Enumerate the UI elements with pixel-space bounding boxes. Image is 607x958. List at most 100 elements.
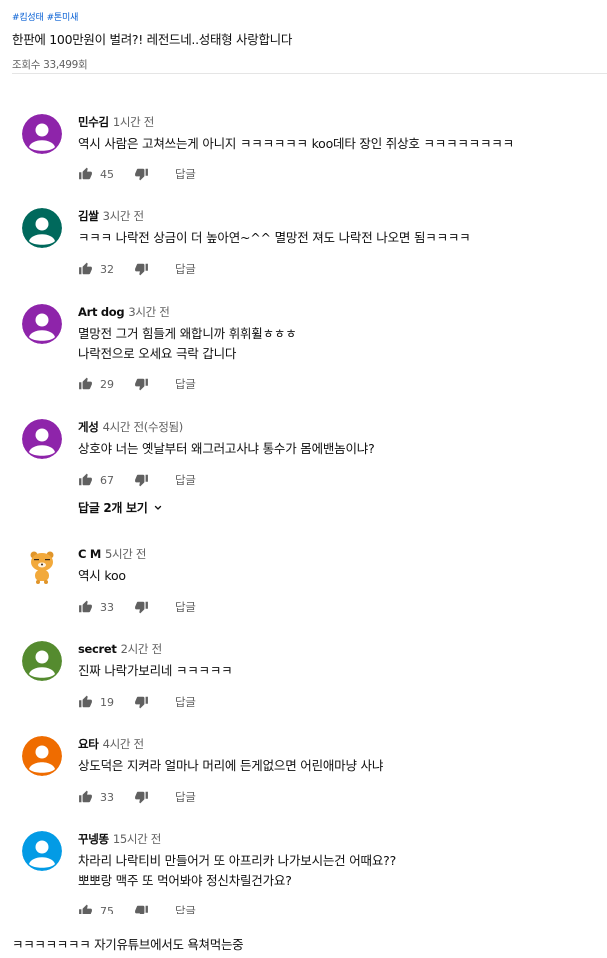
- comment-author[interactable]: secret: [78, 642, 117, 656]
- caption-text: ㅋㅋㅋㅋㅋㅋㅋ 자기유튜브에서도 욕쳐먹는중: [12, 937, 244, 952]
- comment-author[interactable]: 민수김: [78, 115, 109, 129]
- reply-button[interactable]: 답글: [175, 694, 196, 710]
- comment-time[interactable]: 5시간 전: [105, 547, 147, 561]
- comment-line: 역시 사람은 고쳐쓰는게 아니지 ㅋㅋㅋㅋㅋㅋ koo데타 장인 쥐상호 ㅋㅋㅋ…: [78, 136, 514, 151]
- avatar[interactable]: [22, 831, 62, 871]
- comment-time[interactable]: 4시간 전(수정됨): [103, 420, 184, 434]
- comment-text: 진짜 나락가보리네 ㅋㅋㅋㅋㅋ: [78, 661, 607, 681]
- comment-line: 뽀뽀랑 맥주 또 먹어봐야 정신차릴건가요?: [78, 873, 292, 888]
- like-count: 67: [100, 473, 114, 487]
- comment-actions: 29 답글: [78, 375, 607, 393]
- comment-text: 역시 사람은 고쳐쓰는게 아니지 ㅋㅋㅋㅋㅋㅋ koo데타 장인 쥐상호 ㅋㅋㅋ…: [78, 134, 607, 154]
- like-count: 32: [100, 262, 114, 276]
- comment-text: 차라리 나락티비 만들어거 또 아프리카 나가보시는건 어때요?? 뽀뽀랑 맥주…: [78, 851, 607, 891]
- like-button[interactable]: 32: [78, 262, 120, 276]
- thumbs-up-icon: [79, 262, 92, 275]
- comment-author[interactable]: C M: [78, 547, 101, 561]
- comment-actions: 33 답글: [78, 598, 607, 616]
- default-avatar-icon: [22, 736, 62, 776]
- comment-author[interactable]: Art dog: [78, 305, 125, 319]
- dislike-button[interactable]: [134, 473, 149, 487]
- dislike-button[interactable]: [134, 262, 149, 276]
- like-button[interactable]: 33: [78, 790, 120, 804]
- comment-text: 상도덕은 지켜라 얼마나 머리에 든게없으면 어린애마냥 사냐: [78, 756, 607, 776]
- comment-line: 상호야 너는 옛날부터 왜그러고사냐 통수가 몸에밴놈이냐?: [78, 441, 375, 456]
- reply-button[interactable]: 답글: [175, 472, 196, 488]
- comment-line: ㅋㅋㅋ 나락전 상금이 더 높아연~^^ 멸망전 져도 나락전 나오면 됨ㅋㅋㅋ…: [78, 230, 471, 245]
- thumbs-down-icon: [135, 474, 148, 487]
- view-replies-label: 답글 2개 보기: [78, 501, 148, 515]
- comment-actions: 19 답글: [78, 693, 607, 711]
- dislike-button[interactable]: [134, 377, 149, 391]
- avatar[interactable]: [22, 208, 62, 248]
- thumbs-up-icon: [79, 904, 92, 914]
- like-count: 33: [100, 790, 114, 804]
- comment-line: 진짜 나락가보리네 ㅋㅋㅋㅋㅋ: [78, 663, 233, 678]
- comment-author[interactable]: 김쌀: [78, 209, 99, 223]
- like-button[interactable]: 29: [78, 377, 120, 391]
- comment-text: 역시 koo: [78, 566, 607, 586]
- view-replies-button[interactable]: 답글 2개 보기: [78, 499, 164, 516]
- thumbs-down-icon: [135, 168, 148, 181]
- comment-time[interactable]: 1시간 전: [113, 115, 155, 129]
- reply-button[interactable]: 답글: [175, 789, 196, 805]
- avatar[interactable]: [22, 736, 62, 776]
- comment-time[interactable]: 4시간 전: [103, 737, 145, 751]
- like-button[interactable]: 75: [78, 904, 120, 914]
- ryan-character-avatar-icon: [22, 546, 62, 586]
- reply-button[interactable]: 답글: [175, 166, 196, 182]
- avatar[interactable]: [22, 419, 62, 459]
- thumbs-down-icon: [135, 791, 148, 804]
- default-avatar-icon: [22, 641, 62, 681]
- comment-line: 역시 koo: [78, 568, 126, 583]
- dislike-button[interactable]: [134, 600, 149, 614]
- like-button[interactable]: 19: [78, 695, 120, 709]
- reply-button[interactable]: 답글: [175, 599, 196, 615]
- chevron-down-icon: [154, 505, 161, 510]
- thumbs-up-icon: [79, 473, 92, 486]
- comment-text: 상호야 너는 옛날부터 왜그러고사냐 통수가 몸에밴놈이냐?: [78, 439, 607, 459]
- like-button[interactable]: 33: [78, 600, 120, 614]
- avatar[interactable]: [22, 304, 62, 344]
- comment-time[interactable]: 15시간 전: [113, 832, 162, 846]
- comment-line: 나락전으로 오세요 극락 갑니다: [78, 346, 237, 361]
- reply-button[interactable]: 답글: [175, 903, 196, 914]
- reply-button[interactable]: 답글: [175, 376, 196, 392]
- comment-line: 차라리 나락티비 만들어거 또 아프리카 나가보시는건 어때요??: [78, 853, 397, 868]
- dislike-button[interactable]: [134, 167, 149, 181]
- comment-author[interactable]: 꾸넹똥: [78, 832, 109, 846]
- avatar[interactable]: [22, 114, 62, 154]
- dislike-button[interactable]: [134, 695, 149, 709]
- like-button[interactable]: 67: [78, 473, 120, 487]
- comment-time[interactable]: 3시간 전: [103, 209, 145, 223]
- avatar[interactable]: [22, 546, 62, 586]
- dislike-button[interactable]: [134, 790, 149, 804]
- thumbs-up-icon: [79, 600, 92, 613]
- thumbs-down-icon: [135, 601, 148, 614]
- thumbs-down-icon: [135, 263, 148, 276]
- like-button[interactable]: 45: [78, 167, 120, 181]
- comment-line: 상도덕은 지켜라 얼마나 머리에 든게없으면 어린애마냥 사냐: [78, 758, 384, 773]
- dislike-button[interactable]: [134, 904, 149, 914]
- reply-button[interactable]: 답글: [175, 261, 196, 277]
- thumbs-down-icon: [135, 378, 148, 391]
- avatar[interactable]: [22, 641, 62, 681]
- comment-list: 민수김 1시간 전 역시 사람은 고쳐쓰는게 아니지 ㅋㅋㅋㅋㅋㅋ koo데타 장…: [0, 0, 607, 914]
- comment-actions: 33 답글: [78, 788, 607, 806]
- comment-actions: 45 답글: [78, 165, 607, 183]
- thumbs-up-icon: [79, 167, 92, 180]
- comment-actions: 75 답글: [78, 902, 607, 914]
- default-avatar-icon: [22, 304, 62, 344]
- like-count: 75: [100, 904, 114, 915]
- comment-time[interactable]: 3시간 전: [128, 305, 170, 319]
- like-count: 29: [100, 377, 114, 391]
- thumbs-up-icon: [79, 695, 92, 708]
- like-count: 45: [100, 167, 114, 181]
- comment-author[interactable]: 게성: [78, 420, 99, 434]
- thumbs-up-icon: [79, 377, 92, 390]
- default-avatar-icon: [22, 114, 62, 154]
- comment-text: 멸망전 그거 힘들게 왜합니까 휘휘휠ㅎㅎㅎ 나락전으로 오세요 극락 갑니다: [78, 324, 607, 364]
- comment-author[interactable]: 요타: [78, 737, 99, 751]
- thumbs-down-icon: [135, 696, 148, 709]
- comment-time[interactable]: 2시간 전: [121, 642, 163, 656]
